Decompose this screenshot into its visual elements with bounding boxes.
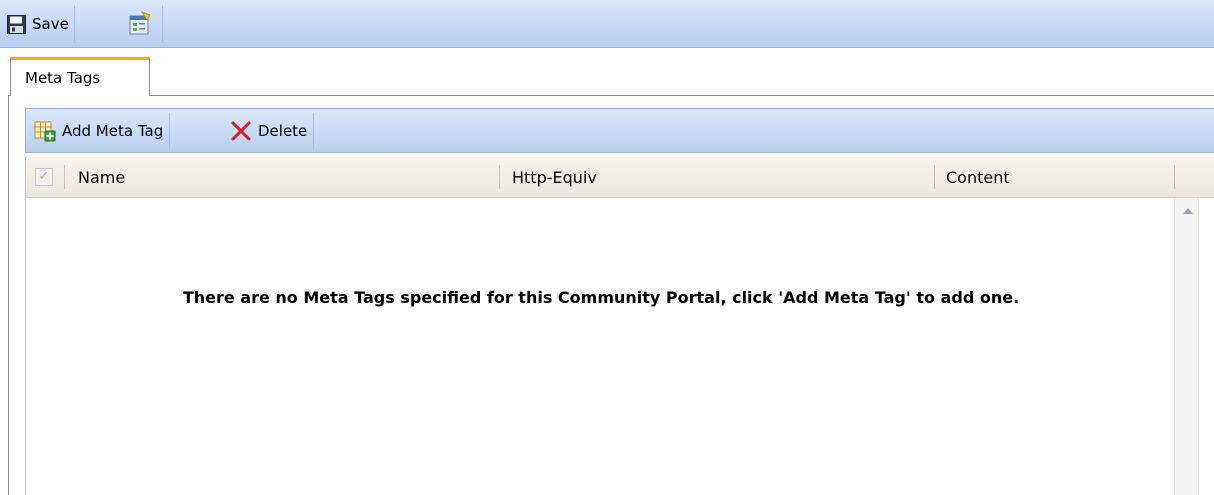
floppy-disk-icon <box>7 14 26 34</box>
save-button[interactable]: Save <box>7 6 75 42</box>
add-table-icon <box>34 121 56 142</box>
column-separator <box>64 165 65 189</box>
column-header-name[interactable]: Name <box>78 168 125 187</box>
tab-meta-tags[interactable]: Meta Tags <box>10 57 150 96</box>
tab-cover <box>11 94 149 96</box>
grid-header: ✓ Name Http-Equiv Content <box>25 157 1214 198</box>
delete-label: Delete <box>258 122 308 140</box>
panel-border <box>8 96 9 495</box>
column-header-content[interactable]: Content <box>946 168 1010 187</box>
scroll-up-arrow-icon[interactable] <box>1183 208 1193 214</box>
page-settings-button[interactable] <box>115 6 163 42</box>
column-header-http-equiv[interactable]: Http-Equiv <box>512 168 597 187</box>
delete-button[interactable]: Delete <box>223 113 315 149</box>
tab-meta-tags-label: Meta Tags <box>25 69 101 87</box>
grid-toolbar: Add Meta Tag Delete <box>25 108 1214 153</box>
column-separator <box>499 165 500 189</box>
vertical-scrollbar[interactable] <box>1174 198 1199 495</box>
add-meta-tag-label: Add Meta Tag <box>62 122 164 140</box>
red-x-icon <box>231 121 251 141</box>
tab-strip: Meta Tags <box>8 57 1214 96</box>
main-toolbar: Save <box>0 0 1214 48</box>
empty-message: There are no Meta Tags specified for thi… <box>182 288 1020 307</box>
grid-body: There are no Meta Tags specified for thi… <box>25 198 1214 495</box>
select-all-checkbox[interactable]: ✓ <box>35 168 53 186</box>
save-label: Save <box>32 15 69 33</box>
page-settings-icon <box>129 11 151 35</box>
column-separator <box>1174 165 1175 189</box>
add-meta-tag-button[interactable]: Add Meta Tag <box>26 113 171 149</box>
column-separator <box>934 165 935 189</box>
